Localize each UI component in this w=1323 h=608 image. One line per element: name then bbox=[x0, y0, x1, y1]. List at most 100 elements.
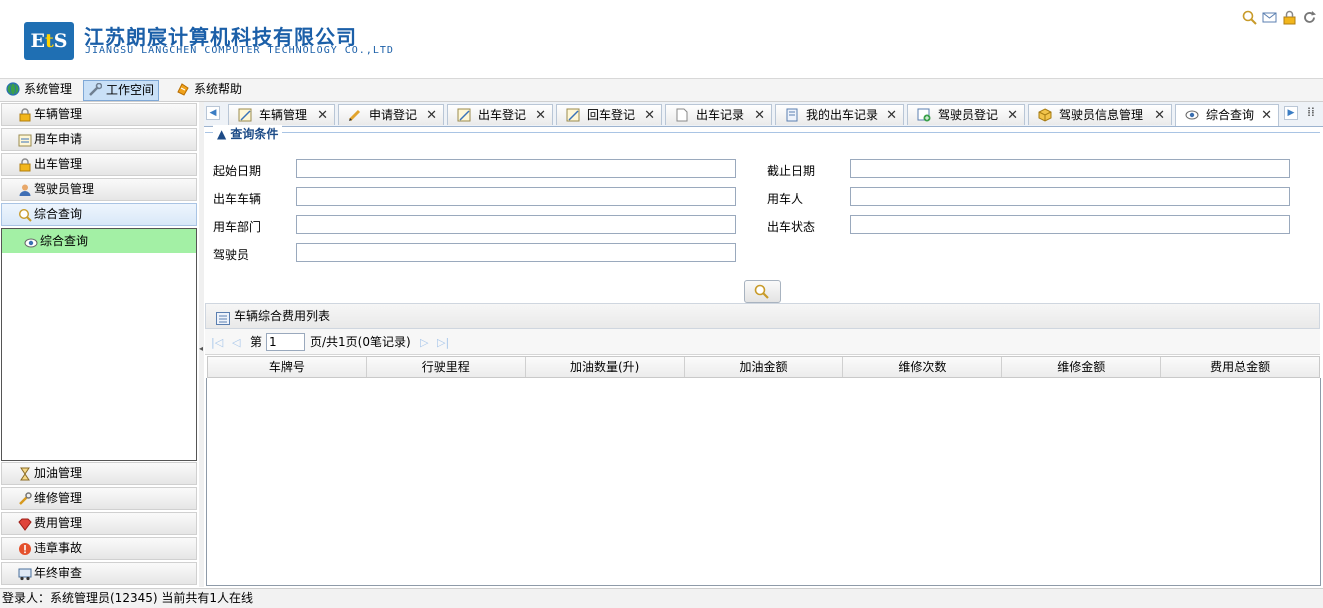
column-header[interactable]: 维修次数 bbox=[843, 357, 1003, 377]
close-icon[interactable]: ✕ bbox=[426, 105, 437, 126]
sidebar-section-vehicle-management[interactable]: 车辆管理 bbox=[1, 103, 197, 126]
sidebar-section-driver-management[interactable]: 驾驶员管理 bbox=[1, 178, 197, 201]
department-label: 用车部门 bbox=[213, 220, 262, 234]
close-icon[interactable]: ✕ bbox=[754, 105, 765, 126]
close-icon[interactable]: ✕ bbox=[1261, 105, 1272, 126]
close-icon[interactable]: ✕ bbox=[1154, 105, 1165, 126]
company-logo: EtS bbox=[24, 22, 74, 60]
user-label: 用车人 bbox=[767, 192, 804, 206]
tab-label: 车辆管理 bbox=[259, 108, 308, 122]
sidebar-section-vehicle-request[interactable]: 用车申请 bbox=[1, 128, 197, 151]
last-page-icon[interactable]: ▷| bbox=[437, 336, 449, 349]
tab-dispatch-register[interactable]: 出车登记 ✕ bbox=[447, 104, 553, 125]
tab-label: 驾驶员信息管理 bbox=[1059, 108, 1144, 122]
note-icon bbox=[457, 108, 471, 122]
wrench-icon bbox=[88, 82, 103, 97]
mail-icon[interactable] bbox=[1262, 10, 1277, 25]
tab-label: 我的出车记录 bbox=[806, 108, 879, 122]
menu-label: 工作空间 bbox=[106, 83, 155, 97]
list-icon bbox=[216, 309, 230, 325]
start-date-input[interactable] bbox=[296, 159, 736, 178]
status-input[interactable] bbox=[850, 215, 1290, 234]
sidebar-section-fuel-management[interactable]: 加油管理 bbox=[1, 462, 197, 485]
driver-label: 驾驶员 bbox=[213, 248, 250, 262]
search-button[interactable] bbox=[744, 280, 781, 303]
grid-panel-title: 车辆综合费用列表 bbox=[205, 303, 1320, 329]
column-header[interactable]: 行驶里程 bbox=[367, 357, 526, 377]
lock-icon bbox=[18, 158, 32, 172]
prev-page-icon[interactable]: ◁ bbox=[232, 336, 240, 349]
sidebar-section-comprehensive-query[interactable]: 综合查询 bbox=[1, 203, 197, 226]
main-menubar: 系统管理 工作空间 系统帮助 bbox=[0, 78, 1323, 102]
close-icon[interactable]: ✕ bbox=[644, 105, 655, 126]
menu-system-help[interactable]: 系统帮助 bbox=[172, 80, 246, 99]
tab-my-dispatch-records[interactable]: 我的出车记录 ✕ bbox=[775, 104, 904, 125]
globe-icon bbox=[6, 82, 20, 96]
column-header[interactable]: 费用总金额 bbox=[1161, 357, 1319, 377]
menu-workspace[interactable]: 工作空间 bbox=[83, 80, 160, 101]
tab-scroll-right-icon[interactable]: ▶ bbox=[1284, 106, 1298, 120]
sidebar-section-label: 维修管理 bbox=[34, 491, 83, 505]
company-name-en: JIANGSU LANGCHEN COMPUTER TECHNOLOGY CO.… bbox=[85, 45, 394, 56]
tab-driver-register[interactable]: 驾驶员登记 ✕ bbox=[907, 104, 1025, 125]
column-header[interactable]: 维修金额 bbox=[1002, 357, 1162, 377]
vehicle-input[interactable] bbox=[296, 187, 736, 206]
add-icon bbox=[917, 108, 931, 122]
menu-system-management[interactable]: 系统管理 bbox=[2, 80, 76, 99]
tab-strip: ◀ 车辆管理 ✕ 申请登记 ✕ 出车登记 ✕ 回车登记 ✕ 出车记录 ✕ 我的出… bbox=[204, 102, 1323, 127]
menu-label: 系统管理 bbox=[24, 82, 73, 96]
refresh-icon[interactable] bbox=[1302, 10, 1317, 25]
page-number-input[interactable] bbox=[266, 333, 305, 351]
help-icon bbox=[176, 82, 190, 96]
sidebar-section-annual-review[interactable]: 年终审查 bbox=[1, 562, 197, 585]
sidebar-accordion: 车辆管理 用车申请 出车管理 驾驶员管理 综合查询 综合查询 加油管理 维修管理… bbox=[0, 102, 198, 587]
tab-application-register[interactable]: 申请登记 ✕ bbox=[338, 104, 444, 125]
book-icon bbox=[785, 108, 799, 122]
user-input[interactable] bbox=[850, 187, 1290, 206]
tab-dispatch-records[interactable]: 出车记录 ✕ bbox=[665, 104, 772, 125]
sidebar-section-repair-management[interactable]: 维修管理 bbox=[1, 487, 197, 510]
first-page-icon[interactable]: |◁ bbox=[211, 336, 223, 349]
sidebar-section-body: 综合查询 bbox=[1, 228, 197, 461]
page-summary-label: 页/共1页(0笔记录) bbox=[310, 335, 411, 349]
tab-vehicle-management[interactable]: 车辆管理 ✕ bbox=[228, 104, 335, 125]
tab-scroll-left-icon[interactable]: ◀ bbox=[206, 106, 220, 120]
sidebar-section-expense-management[interactable]: 费用管理 bbox=[1, 512, 197, 535]
driver-input[interactable] bbox=[296, 243, 736, 262]
tab-label: 申请登记 bbox=[369, 108, 418, 122]
header-toolbar bbox=[1242, 10, 1317, 25]
lock-icon[interactable] bbox=[1282, 10, 1297, 25]
close-icon[interactable]: ✕ bbox=[886, 105, 897, 126]
hourglass-icon bbox=[18, 467, 32, 481]
tab-driver-info-management[interactable]: 驾驶员信息管理 ✕ bbox=[1028, 104, 1172, 125]
close-icon[interactable]: ✕ bbox=[1007, 105, 1018, 126]
close-icon[interactable]: ✕ bbox=[317, 105, 328, 126]
department-input[interactable] bbox=[296, 215, 736, 234]
column-header[interactable]: 车牌号 bbox=[208, 357, 367, 377]
menu-label: 系统帮助 bbox=[194, 82, 243, 96]
note-icon bbox=[566, 108, 580, 122]
sidebar-section-label: 加油管理 bbox=[34, 466, 83, 480]
next-page-icon[interactable]: ▷ bbox=[420, 336, 428, 349]
close-icon[interactable]: ✕ bbox=[535, 105, 546, 126]
sidebar-section-label: 综合查询 bbox=[34, 207, 83, 221]
pencil-icon bbox=[348, 108, 362, 122]
status-label: 出车状态 bbox=[767, 220, 816, 234]
warning-icon bbox=[18, 542, 32, 556]
tab-return-register[interactable]: 回车登记 ✕ bbox=[556, 104, 662, 125]
column-header[interactable]: 加油数量(升) bbox=[526, 357, 685, 377]
tab-menu-icon[interactable]: ⁞⁞ bbox=[1304, 106, 1318, 120]
end-date-input[interactable] bbox=[850, 159, 1290, 178]
collapse-arrow-icon[interactable]: ◂ bbox=[199, 344, 203, 353]
app-header: EtS 江苏朗宸计算机科技有限公司 JIANGSU LANGCHEN COMPU… bbox=[0, 0, 1323, 78]
grid-title-label: 车辆综合费用列表 bbox=[234, 309, 331, 323]
search-icon[interactable] bbox=[1242, 10, 1257, 25]
sidebar-section-violations-accidents[interactable]: 违章事故 bbox=[1, 537, 197, 560]
query-conditions-legend[interactable]: ▲ 查询条件 bbox=[213, 125, 283, 142]
sidebar-section-label: 驾驶员管理 bbox=[34, 182, 95, 196]
sidebar-section-dispatch-management[interactable]: 出车管理 bbox=[1, 153, 197, 176]
tab-comprehensive-query[interactable]: 综合查询 ✕ bbox=[1175, 104, 1279, 126]
query-conditions-fieldset: ▲ 查询条件 起始日期 截止日期 出车车辆 用车人 用车部门 出车状态 驾驶员 bbox=[205, 125, 1320, 303]
column-header[interactable]: 加油金额 bbox=[685, 357, 844, 377]
sidebar-item-comprehensive-query[interactable]: 综合查询 bbox=[2, 229, 196, 253]
